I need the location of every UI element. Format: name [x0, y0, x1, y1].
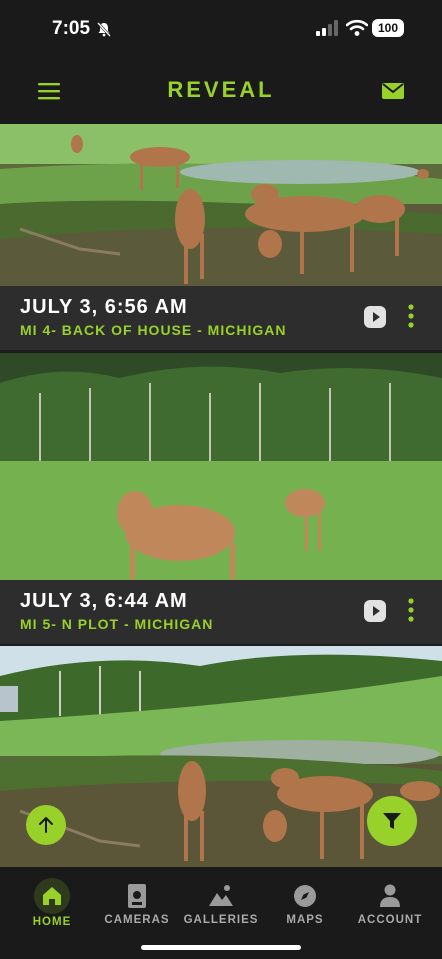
- photo-info-bar: JULY 3, 6:56 AM MI 4- BACK OF HOUSE - MI…: [0, 286, 442, 350]
- app-header: REVEAL: [0, 60, 442, 124]
- more-options-icon[interactable]: [408, 598, 414, 622]
- battery-indicator: 100: [372, 19, 404, 37]
- play-triangle-icon: [373, 606, 380, 616]
- filter-icon: [383, 813, 401, 829]
- home-indicator[interactable]: [141, 945, 301, 950]
- status-bar: 7:05 100: [0, 0, 442, 60]
- trail-camera-photo[interactable]: [0, 124, 442, 286]
- photo-date: JULY 3, 6:56 AM: [20, 296, 188, 318]
- tab-label: HOME: [32, 916, 72, 928]
- clock-text: 7:05: [52, 18, 91, 39]
- scroll-to-top-button[interactable]: [26, 805, 66, 845]
- photo-card[interactable]: JULY 3, 6:56 AM MI 4- BACK OF HOUSE - MI…: [0, 124, 442, 350]
- tab-label: GALLERIES: [183, 914, 259, 926]
- photo-date: JULY 3, 6:44 AM: [20, 590, 188, 612]
- tab-account[interactable]: ACCOUNT: [346, 883, 434, 926]
- tab-label: MAPS: [286, 914, 324, 926]
- tab-label: ACCOUNT: [357, 914, 423, 926]
- video-play-icon[interactable]: [364, 306, 386, 328]
- filter-button[interactable]: [367, 796, 417, 846]
- status-time: 7:05: [52, 18, 112, 40]
- battery-level: 100: [377, 21, 399, 35]
- more-options-icon[interactable]: [408, 304, 414, 328]
- tab-home[interactable]: HOME: [8, 878, 96, 928]
- camera-icon: [128, 884, 146, 908]
- tab-galleries[interactable]: GALLERIES: [177, 883, 265, 926]
- home-tab-highlight: [34, 878, 70, 914]
- mail-icon[interactable]: [382, 82, 404, 100]
- home-icon: [43, 887, 61, 905]
- galleries-icon: [209, 885, 233, 906]
- photo-info-bar: JULY 3, 6:44 AM MI 5- N PLOT - MICHIGAN: [0, 580, 442, 644]
- video-play-icon[interactable]: [364, 600, 386, 622]
- cellular-signal-icon: [316, 20, 338, 36]
- trail-camera-photo[interactable]: [0, 353, 442, 580]
- account-icon: [380, 884, 400, 907]
- app-logo: REVEAL: [167, 77, 275, 102]
- wifi-icon: [346, 19, 368, 36]
- tab-label: CAMERAS: [104, 914, 170, 926]
- photo-location: MI 4- BACK OF HOUSE - MICHIGAN: [20, 322, 287, 338]
- tab-maps[interactable]: MAPS: [261, 883, 349, 926]
- bell-muted-icon: [97, 22, 111, 37]
- tab-cameras[interactable]: CAMERAS: [93, 883, 181, 926]
- arrow-up-icon: [39, 817, 53, 833]
- play-triangle-icon: [373, 312, 380, 322]
- compass-icon: [294, 885, 316, 907]
- photo-card[interactable]: JULY 3, 6:44 AM MI 5- N PLOT - MICHIGAN: [0, 353, 442, 644]
- photo-location: MI 5- N PLOT - MICHIGAN: [20, 616, 214, 632]
